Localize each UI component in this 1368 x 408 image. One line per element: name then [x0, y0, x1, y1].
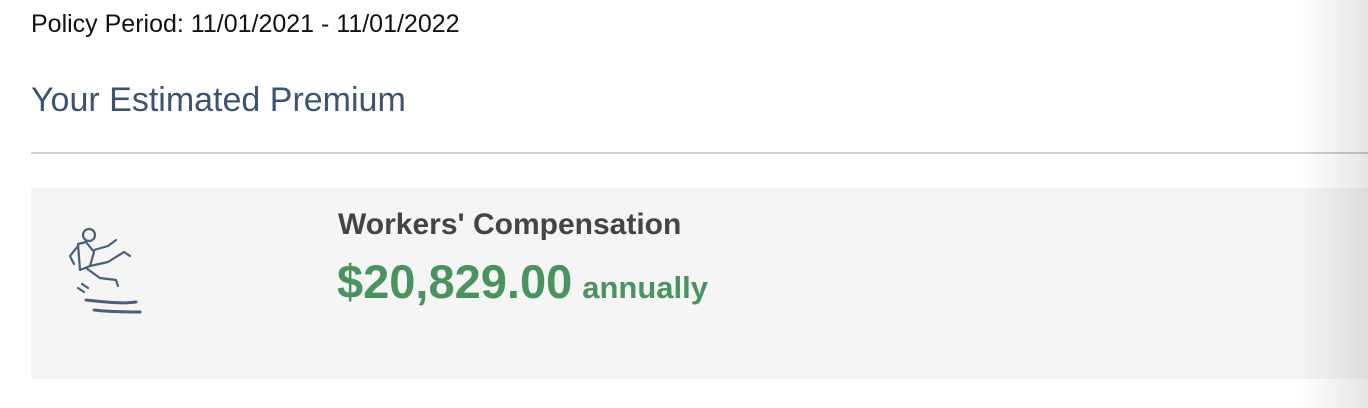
policy-period-text: Policy Period: 11/01/2021 - 11/01/2022	[31, 10, 460, 38]
coverage-card: Workers' Compensation $20,829.00 annually	[31, 188, 1368, 379]
premium-page: Policy Period: 11/01/2021 - 11/01/2022 Y…	[0, 0, 1368, 408]
page-title: Your Estimated Premium	[31, 81, 406, 119]
section-divider	[31, 152, 1368, 154]
slip-fall-icon	[68, 227, 142, 314]
premium-frequency: annually	[582, 270, 708, 305]
premium-amount: $20,829.00	[337, 255, 573, 308]
coverage-name: Workers' Compensation	[338, 208, 682, 241]
premium-amount-row: $20,829.00 annually	[337, 254, 708, 310]
